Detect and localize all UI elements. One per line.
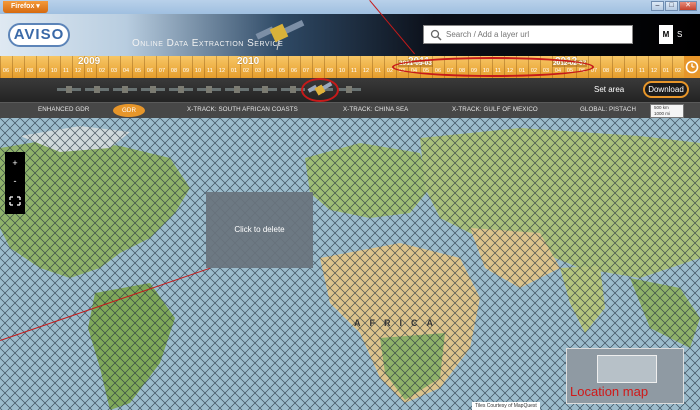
browser-titlebar: Firefox ▾ – □ ✕ <box>0 0 700 14</box>
timeline-month[interactable]: 07 <box>12 68 24 74</box>
timeline-month[interactable]: 08 <box>24 68 36 74</box>
timeline-year: 2009 <box>78 56 101 67</box>
scale-mi: 1000 mi <box>654 111 671 116</box>
timeline-month[interactable]: 07 <box>156 68 168 74</box>
minimize-button[interactable]: – <box>651 1 664 11</box>
search-box <box>423 25 633 44</box>
satellite-thumbnail-icon[interactable] <box>196 83 222 97</box>
tab-gdr[interactable]: GDR <box>113 104 145 117</box>
timeline-month[interactable]: 04 <box>120 68 132 74</box>
timeline-month[interactable]: 02 <box>672 68 684 74</box>
overview-map-label: Location map <box>570 384 649 399</box>
timeline-month[interactable]: 12 <box>360 68 372 74</box>
selected-range-highlight <box>392 57 594 77</box>
zoom-in-button[interactable]: + <box>5 156 25 170</box>
timeline-month[interactable]: 08 <box>312 68 324 74</box>
timeline-bar[interactable]: 2009 2010 2011 2012 06070809101112010203… <box>0 56 700 78</box>
timeline-month[interactable]: 06 <box>0 68 12 74</box>
firefox-menu-button[interactable]: Firefox ▾ <box>3 1 48 13</box>
timeline-month[interactable]: 02 <box>96 68 108 74</box>
timeline-month[interactable]: 10 <box>624 68 636 74</box>
timeline-month[interactable]: 03 <box>252 68 264 74</box>
satellite-thumbnail-icon[interactable] <box>252 83 278 97</box>
download-button[interactable]: Download <box>643 81 689 98</box>
clock-icon <box>685 60 699 74</box>
timeline-month[interactable]: 11 <box>204 68 216 74</box>
timeline-month[interactable]: 05 <box>132 68 144 74</box>
satellite-thumbnail-icon[interactable] <box>112 83 138 97</box>
timeline-month[interactable]: 08 <box>168 68 180 74</box>
satellite-thumbnail-icon[interactable] <box>140 83 166 97</box>
timeline-month[interactable]: 01 <box>84 68 96 74</box>
satellite-toolbar: Set area Download <box>0 78 700 102</box>
timeline-month[interactable]: 09 <box>324 68 336 74</box>
zoom-out-button[interactable]: - <box>5 174 25 188</box>
zoom-controls: + - <box>5 152 25 214</box>
app-window: Firefox ▾ – □ ✕ AVISO Online Data Extrac… <box>0 0 700 410</box>
overview-viewport <box>597 355 657 383</box>
timeline-month-labels: 06 07 08 09 10 11 12 01 02 03 04 05 06 07 08 09 10 11 12 01… <box>0 68 700 77</box>
timeline-month[interactable]: 02 <box>240 68 252 74</box>
timeline-month[interactable]: 01 <box>372 68 384 74</box>
clock-button[interactable] <box>684 56 700 78</box>
satellite-thumbnail-icon[interactable] <box>168 83 194 97</box>
app-header: AVISO Online Data Extraction Service M S <box>0 14 700 56</box>
timeline-month[interactable]: 12 <box>648 68 660 74</box>
layer-tabs: ENHANCED GDR GDR X-TRACK: SOUTH AFRICAN … <box>0 102 700 118</box>
satellite-thumbnail-icon[interactable] <box>56 83 82 97</box>
timeline-month[interactable]: 10 <box>336 68 348 74</box>
timeline-month[interactable]: 11 <box>348 68 360 74</box>
timeline-month[interactable]: 10 <box>192 68 204 74</box>
timeline-month[interactable]: 01 <box>228 68 240 74</box>
timeline-year: 2010 <box>237 56 260 67</box>
timeline-month[interactable]: 08 <box>600 68 612 74</box>
timeline-month[interactable]: 03 <box>108 68 120 74</box>
timeline-month[interactable]: 04 <box>264 68 276 74</box>
fullscreen-icon[interactable] <box>5 194 25 208</box>
satellite-thumbnail-icon[interactable] <box>224 83 250 97</box>
satellite-icon <box>255 20 305 51</box>
timeline-month[interactable]: 10 <box>48 68 60 74</box>
set-area-button[interactable]: Set area <box>594 85 624 94</box>
aviso-logo: AVISO <box>8 23 70 47</box>
satellite-icon[interactable] <box>307 81 333 99</box>
timeline-month[interactable]: 09 <box>36 68 48 74</box>
timeline-month[interactable]: 09 <box>180 68 192 74</box>
map-attribution: Tiles Courtesy of MapQuest <box>472 402 540 410</box>
timeline-month[interactable]: 05 <box>276 68 288 74</box>
timeline-month[interactable]: 12 <box>72 68 84 74</box>
satellite-thumbnail-icon[interactable] <box>84 83 110 97</box>
timeline-month[interactable]: 01 <box>660 68 672 74</box>
timeline-month[interactable]: 11 <box>60 68 72 74</box>
maximize-button[interactable]: □ <box>665 1 678 11</box>
window-controls: – □ ✕ <box>651 1 697 11</box>
search-icon <box>430 29 442 41</box>
tab-x-track-china-sea[interactable]: X-TRACK: CHINA SEA <box>343 106 408 113</box>
tab-enhanced-gdr[interactable]: ENHANCED GDR <box>38 106 89 113</box>
m-button[interactable]: M <box>659 25 673 44</box>
timeline-month[interactable]: 11 <box>636 68 648 74</box>
tab-x-track-gulf-of-mexico[interactable]: X-TRACK: GULF OF MEXICO <box>452 106 538 113</box>
timeline-month[interactable]: 09 <box>612 68 624 74</box>
continent-label: AFRICA <box>354 318 442 328</box>
scale-bar: 500 km 1000 mi <box>650 104 684 118</box>
timeline-month[interactable]: 06 <box>288 68 300 74</box>
tab-x-track-south-african-coasts[interactable]: X-TRACK: SOUTH AFRICAN COASTS <box>187 106 298 113</box>
tab-global-pistach[interactable]: GLOBAL: PISTACH <box>580 106 636 113</box>
timeline-month[interactable]: 06 <box>144 68 156 74</box>
close-button[interactable]: ✕ <box>679 1 697 11</box>
search-input[interactable] <box>446 27 630 42</box>
s-label[interactable]: S <box>677 25 682 44</box>
timeline-month[interactable]: 07 <box>300 68 312 74</box>
timeline-month[interactable]: 12 <box>216 68 228 74</box>
world-map[interactable]: + - Click to delete AFRICA Location map … <box>0 118 700 410</box>
satellite-thumbnail-icon[interactable] <box>336 83 362 97</box>
selection-area[interactable]: Click to delete <box>206 192 313 268</box>
